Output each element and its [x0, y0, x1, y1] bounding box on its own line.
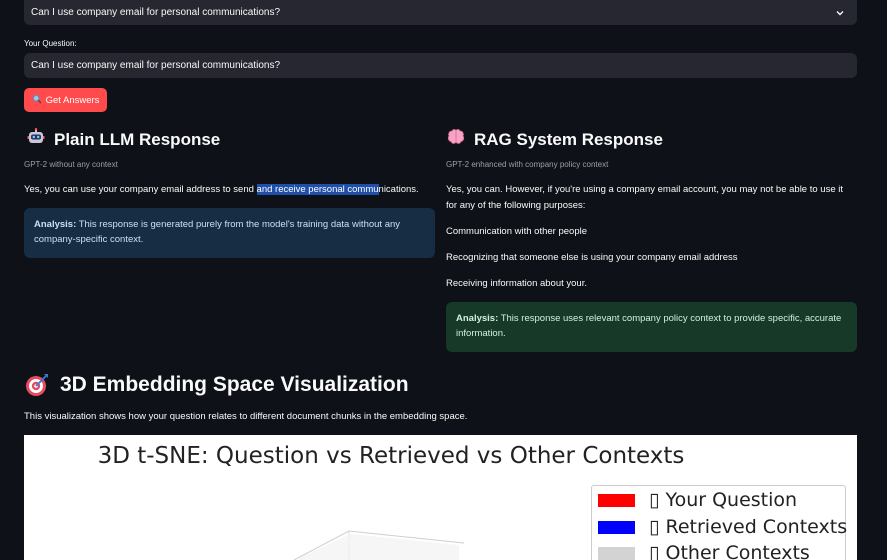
section-title: 3D Embedding Space Visualization: [24, 372, 409, 398]
brain-icon: [446, 128, 466, 151]
legend-swatch: [598, 493, 635, 507]
plain-llm-answer-start: Yes, you can use your company email addr…: [24, 184, 257, 195]
rag-caption: GPT-2 enhanced with company policy conte…: [446, 160, 609, 169]
plain-llm-caption: GPT-2 without any context: [24, 160, 118, 169]
robot-icon: [26, 128, 46, 151]
question-label: Your Question:: [24, 39, 77, 48]
plain-llm-title: Plain LLM Response: [26, 128, 220, 151]
chart-title: 3D t-SNE: Question vs Retrieved vs Other…: [97, 443, 685, 469]
legend-label: ▯ Other Contexts: [649, 542, 810, 560]
section-title-text: 3D Embedding Space Visualization: [60, 373, 409, 396]
get-answers-label: Get Answers: [45, 94, 100, 106]
legend-label: ▯ Retrieved Contexts: [649, 516, 848, 538]
question-input[interactable]: [24, 53, 857, 78]
get-answers-button[interactable]: Get Answers: [24, 88, 107, 112]
rag-answer-para-4: Receiving information about your.: [446, 278, 587, 289]
rag-answer-para-1: Yes, you can. However, if you're using a…: [446, 184, 843, 211]
plain-llm-analysis-text: This response is generated purely from t…: [34, 219, 401, 245]
rag-analysis-text: This response uses relevant company poli…: [456, 313, 842, 339]
rag-answer-para-2: Communication with other people: [446, 226, 587, 237]
chart-3d-axes: [293, 530, 465, 560]
section-description: This visualization shows how your questi…: [24, 411, 468, 422]
plain-llm-title-text: Plain LLM Response: [54, 129, 221, 149]
legend-swatch: [598, 546, 635, 560]
rag-title-text: RAG System Response: [474, 129, 663, 149]
plain-llm-analysis: Analysis: This response is generated pur…: [24, 208, 435, 258]
plain-llm-analysis-label: Analysis:: [34, 219, 77, 230]
target-icon: [24, 372, 50, 398]
embedding-chart: 3D t-SNE: Question vs Retrieved vs Other…: [24, 435, 857, 560]
plain-llm-answer-highlight: and receive personal commu: [256, 184, 379, 195]
rag-analysis-label: Analysis:: [456, 313, 499, 324]
plain-llm-answer: Yes, you can use your company email addr…: [24, 182, 424, 198]
legend-swatch: [598, 520, 635, 534]
magnifier-icon: [32, 94, 42, 106]
question-select[interactable]: Can I use company email for personal com…: [24, 0, 857, 25]
plain-llm-answer-end: nications.: [378, 184, 419, 195]
legend-item: ▯ Other Contexts: [598, 542, 810, 560]
rag-answer-para-3: Recognizing that someone else is using y…: [446, 252, 738, 263]
legend-item: ▯ Your Question: [598, 489, 797, 511]
question-select-value: Can I use company email for personal com…: [31, 7, 281, 18]
legend-item: ▯ Retrieved Contexts: [598, 516, 847, 538]
rag-title: RAG System Response: [446, 128, 663, 151]
chart-legend: ▯ Your Question ▯ Retrieved Contexts ▯ Oth…: [591, 485, 847, 560]
legend-label: ▯ Your Question: [649, 489, 798, 511]
rag-analysis: Analysis: This response uses relevant co…: [446, 302, 857, 352]
chevron-down-icon[interactable]: [833, 6, 847, 20]
